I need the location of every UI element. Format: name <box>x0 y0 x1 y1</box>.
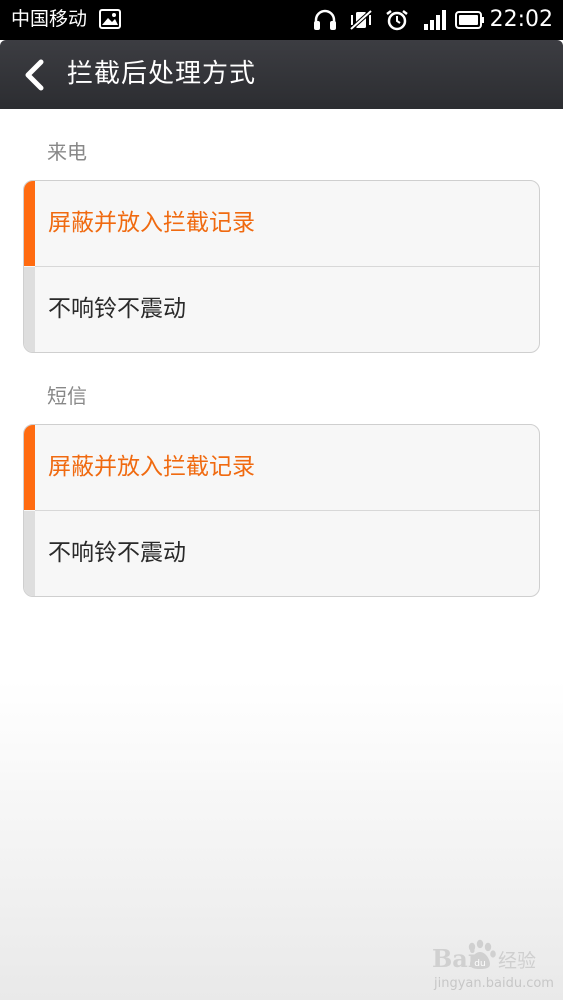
paw-icon: du <box>462 938 498 976</box>
option-label: 屏蔽并放入拦截记录 <box>48 210 255 236</box>
section-label-calls: 来电 <box>47 140 87 164</box>
unselected-indicator <box>24 267 35 352</box>
headset-icon <box>313 9 337 35</box>
back-button[interactable] <box>21 58 49 92</box>
selected-indicator <box>24 181 35 266</box>
page-title: 拦截后处理方式 <box>67 59 257 89</box>
watermark-domain: jingyan.baidu.com <box>434 976 554 991</box>
status-icons: 22:02 <box>313 6 553 34</box>
chevron-left-icon <box>25 59 44 91</box>
unselected-indicator <box>24 511 35 596</box>
battery-icon <box>455 9 485 35</box>
title-bar: 拦截后处理方式 <box>0 40 563 109</box>
option-label: 不响铃不震动 <box>48 540 186 566</box>
watermark: Bai du 经验 jingyan.baidu.com <box>432 938 554 994</box>
status-bar: 中国移动 22:02 <box>0 0 563 40</box>
sms-handling-options: 屏蔽并放入拦截记录 不响铃不震动 <box>23 424 540 597</box>
sms-option-silent[interactable]: 不响铃不震动 <box>24 511 539 596</box>
carrier-name: 中国移动 <box>11 8 88 30</box>
watermark-name: 经验 <box>498 950 537 972</box>
call-option-block-and-log[interactable]: 屏蔽并放入拦截记录 <box>24 181 539 266</box>
signal-icon <box>423 9 447 35</box>
selected-indicator <box>24 425 35 510</box>
section-label-sms: 短信 <box>47 384 87 408</box>
option-label: 不响铃不震动 <box>48 296 186 322</box>
option-label: 屏蔽并放入拦截记录 <box>48 454 255 480</box>
clock: 22:02 <box>489 7 553 32</box>
alarm-icon <box>385 9 409 35</box>
vibrate-off-icon <box>349 9 373 35</box>
call-handling-options: 屏蔽并放入拦截记录 不响铃不震动 <box>23 180 540 353</box>
svg-text:du: du <box>474 959 485 969</box>
image-notification-icon <box>99 9 121 33</box>
call-option-silent[interactable]: 不响铃不震动 <box>24 267 539 352</box>
sms-option-block-and-log[interactable]: 屏蔽并放入拦截记录 <box>24 425 539 510</box>
